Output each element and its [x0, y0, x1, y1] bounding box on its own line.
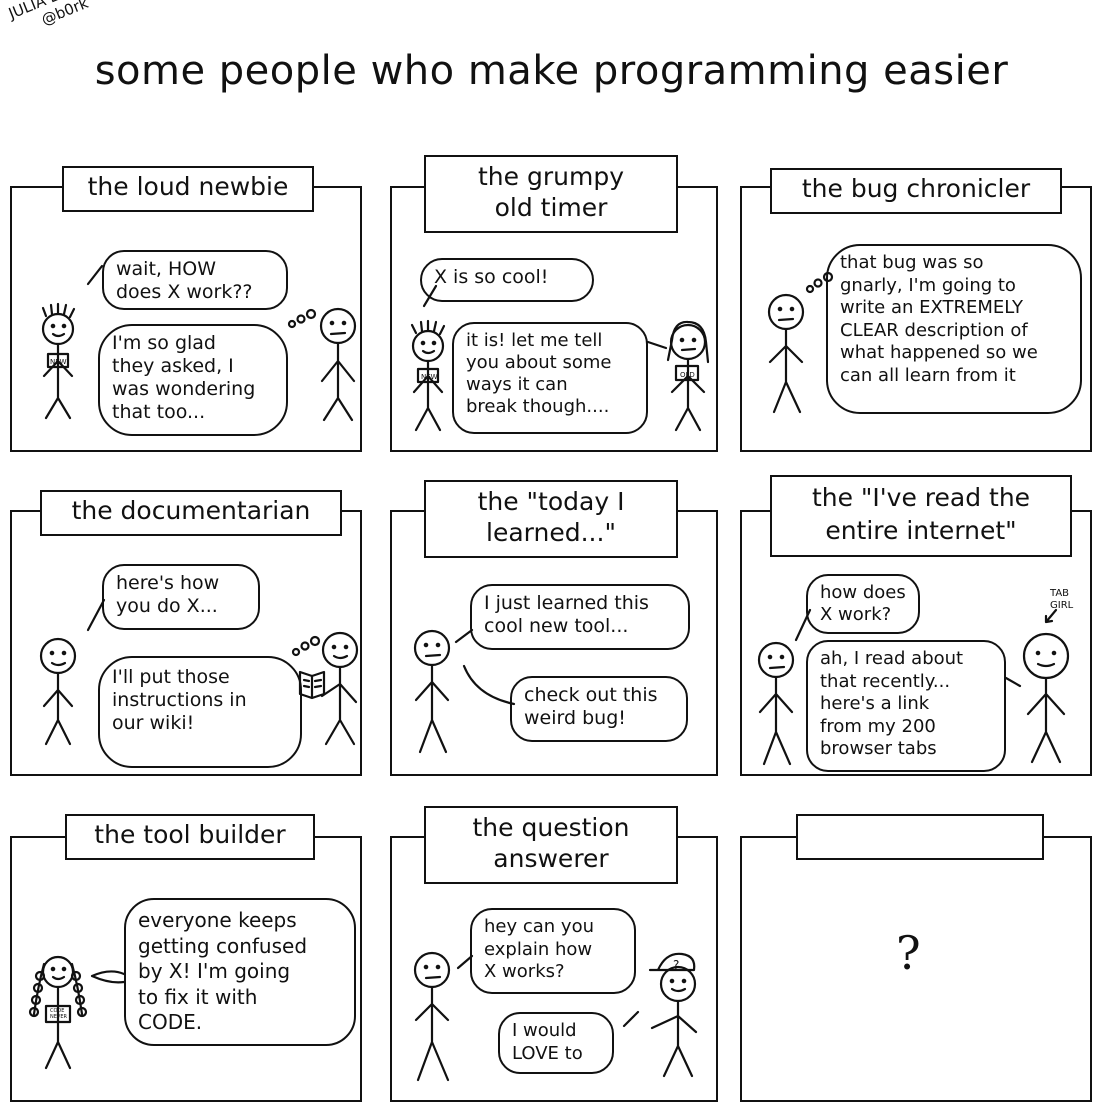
badge-old: OLD [680, 371, 695, 379]
badge-new: NEW [421, 373, 438, 381]
stick-figure-today-i-learned [413, 628, 516, 754]
page-title: some people who make programming easier [94, 48, 1009, 94]
stick-figures-question-answerer: ? [413, 951, 698, 1082]
stick-figure-bug-chronicler [767, 271, 834, 414]
badge-code-never: CODE NEVER [50, 1008, 67, 1020]
stick-figures-grumpy-old-timer [410, 284, 710, 432]
tab-girl-tag: TAB GIRL [1050, 588, 1074, 611]
stick-figures-loud-newbie [41, 264, 357, 422]
question-mark: ? [896, 926, 921, 980]
author-signature: JULIA EVANS @b0rk [6, 0, 106, 39]
panel-title-empty [796, 814, 1044, 860]
badge-new: NEW [50, 358, 67, 366]
stick-figures-documentarian [39, 598, 359, 746]
stick-figures-entire-internet [757, 608, 1070, 766]
svg-text:?: ? [673, 958, 679, 972]
stick-figure-tool-builder [28, 955, 126, 1070]
